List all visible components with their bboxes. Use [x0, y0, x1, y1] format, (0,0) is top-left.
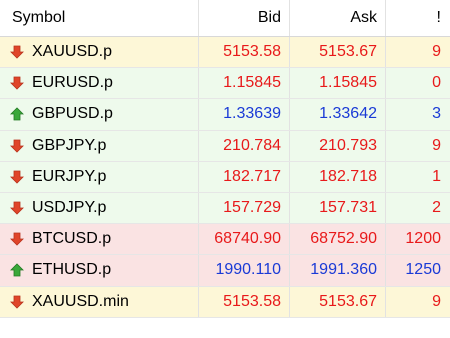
spread-cell: 9 — [432, 136, 441, 154]
column-header-spread[interactable]: ! — [386, 0, 450, 36]
spread-cell: 2 — [432, 199, 441, 217]
arrow-down-icon — [10, 201, 24, 215]
symbol-label: USDJPY.p — [32, 199, 107, 217]
spread-cell: 1250 — [405, 261, 441, 279]
bid-cell: 5153.58 — [199, 286, 290, 317]
symbol-cell: XAUUSD.min — [0, 286, 199, 317]
arrow-down-icon — [10, 170, 24, 184]
column-header-bid[interactable]: Bid — [199, 0, 290, 36]
bid-cell: 1.15845 — [199, 68, 290, 99]
symbol-label: XAUUSD.min — [32, 292, 129, 310]
spread-cell: 3 — [432, 105, 441, 123]
ask-cell: 1991.360 — [290, 255, 386, 286]
bid-cell: 1990.110 — [199, 255, 290, 286]
table-row[interactable]: BTCUSD.p 68740.90 68752.90 1200 — [0, 224, 450, 256]
ask-cell: 1.33642 — [290, 99, 386, 130]
market-watch-table: Symbol Bid Ask ! XAUUSD.p 5153.58 5153.67 9… — [0, 0, 450, 338]
spread-cell: 1200 — [405, 230, 441, 248]
arrow-up-icon — [10, 263, 24, 277]
ask-cell: 182.718 — [290, 161, 386, 192]
column-header-symbol[interactable]: Symbol — [0, 0, 199, 36]
ask-cell: 5153.67 — [290, 286, 386, 317]
ask-cell: 5153.67 — [290, 37, 386, 68]
table-row[interactable]: GBPJPY.p 210.784 210.793 9 — [0, 130, 450, 162]
symbol-cell: GBPJPY.p — [0, 130, 199, 161]
column-header-ask[interactable]: Ask — [290, 0, 386, 36]
bid-cell: 210.784 — [199, 130, 290, 161]
symbol-label: BTCUSD.p — [32, 230, 112, 248]
arrow-down-icon — [10, 76, 24, 90]
table-header: Symbol Bid Ask ! — [0, 0, 450, 37]
bid-cell: 182.717 — [199, 161, 290, 192]
table-row[interactable]: ETHUSD.p 1990.110 1991.360 1250 — [0, 255, 450, 287]
symbol-cell: USDJPY.p — [0, 193, 199, 224]
spread-cell: 9 — [432, 292, 441, 310]
ask-cell: 1.15845 — [290, 68, 386, 99]
arrow-down-icon — [10, 232, 24, 246]
symbol-cell: GBPUSD.p — [0, 99, 199, 130]
arrow-up-icon — [10, 107, 24, 121]
bid-cell: 68740.90 — [199, 224, 290, 255]
spread-cell: 0 — [432, 74, 441, 92]
table-row[interactable]: GBPUSD.p 1.33639 1.33642 3 — [0, 99, 450, 131]
symbol-cell: XAUUSD.p — [0, 37, 199, 68]
symbol-label: EURJPY.p — [32, 167, 107, 185]
bid-cell: 1.33639 — [199, 99, 290, 130]
arrow-down-icon — [10, 139, 24, 153]
table-row[interactable]: USDJPY.p 157.729 157.731 2 — [0, 193, 450, 225]
table-row[interactable]: XAUUSD.p 5153.58 5153.67 9 — [0, 37, 450, 69]
bid-cell: 5153.58 — [199, 37, 290, 68]
symbol-cell: EURJPY.p — [0, 161, 199, 192]
symbol-label: XAUUSD.p — [32, 43, 113, 61]
ask-cell: 68752.90 — [290, 224, 386, 255]
symbol-cell: BTCUSD.p — [0, 224, 199, 255]
symbol-cell: EURUSD.p — [0, 68, 199, 99]
ask-cell: 210.793 — [290, 130, 386, 161]
symbol-cell: ETHUSD.p — [0, 255, 199, 286]
arrow-down-icon — [10, 45, 24, 59]
table-row[interactable]: XAUUSD.min 5153.58 5153.67 9 — [0, 286, 450, 318]
ask-cell: 157.731 — [290, 193, 386, 224]
spread-cell: 1 — [432, 167, 441, 185]
bid-cell: 157.729 — [199, 193, 290, 224]
table-row[interactable]: EURJPY.p 182.717 182.718 1 — [0, 161, 450, 193]
table-row[interactable]: EURUSD.p 1.15845 1.15845 0 — [0, 68, 450, 100]
symbol-label: GBPUSD.p — [32, 105, 113, 123]
symbol-label: EURUSD.p — [32, 74, 113, 92]
arrow-down-icon — [10, 295, 24, 309]
spread-cell: 9 — [432, 43, 441, 61]
symbol-label: ETHUSD.p — [32, 261, 112, 279]
symbol-label: GBPJPY.p — [32, 136, 107, 154]
